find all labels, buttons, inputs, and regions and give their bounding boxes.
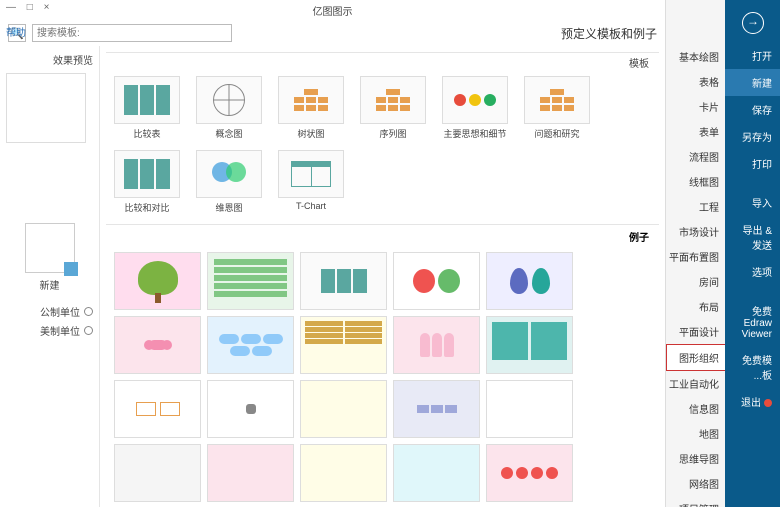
back-arrow-icon[interactable] [742,12,764,34]
window-title: 亿图图示 [313,7,353,18]
template-item[interactable]: T-Chart [278,150,344,214]
titlebar: — □ × 亿图图示 [0,0,665,20]
example-item[interactable] [300,252,387,310]
sidemenu-saveas[interactable]: 另存为 [725,123,780,150]
preview-pane: 效果预览 新建 公制单位 美制单位 [0,46,100,507]
page-heading: 预定义模板和例子 [561,25,657,42]
category-item[interactable]: 线框图 [666,169,725,194]
close-button[interactable]: × [44,2,50,13]
example-item[interactable] [393,444,480,502]
category-item[interactable]: 信息图 [666,396,725,421]
category-sidebar: 基本绘图表格卡片表单流程图线框图工程市场设计平面布置图房间布局平面设计图形组织工… [665,0,725,507]
template-label: 树状图 [278,127,344,140]
sidemenu-exit[interactable]: 退出 [725,388,780,415]
category-item[interactable]: 图形组织 [666,344,725,371]
example-item[interactable] [393,252,480,310]
unit-us-radio[interactable]: 美制单位 [6,323,93,338]
sidemenu-print[interactable]: 打印 [725,150,780,177]
example-item[interactable] [114,380,201,438]
template-item[interactable]: 序列图 [360,76,426,140]
category-item[interactable]: 工程 [666,194,725,219]
category-item[interactable]: 房间 [666,269,725,294]
sidemenu-new[interactable]: 新建 [725,69,780,96]
template-item[interactable]: 概念图 [196,76,262,140]
example-item[interactable] [393,316,480,374]
new-blank-button[interactable] [25,223,75,273]
main-area: — □ × 亿图图示 帮助 🔍 预定义模板和例子 效果预览 新建 公制单位 美制… [0,0,665,507]
template-item[interactable]: 主要思想和细节 [442,76,508,140]
example-item[interactable] [486,316,573,374]
example-item[interactable] [393,380,480,438]
template-item[interactable]: 树状图 [278,76,344,140]
preview-label: 效果预览 [6,52,93,67]
sidemenu-save[interactable]: 保存 [725,96,780,123]
example-item[interactable] [486,252,573,310]
category-item[interactable]: 平面布置图 [666,244,725,269]
category-item[interactable]: 网络图 [666,471,725,496]
example-item[interactable] [300,316,387,374]
minimize-button[interactable]: — [6,2,16,13]
example-item[interactable] [486,380,573,438]
sidemenu-viewer[interactable]: 免费 Edraw Viewer [725,297,780,346]
template-label: 比较表 [114,127,180,140]
example-item[interactable] [207,444,294,502]
example-item[interactable] [207,252,294,310]
category-item[interactable]: 工业自动化 [666,371,725,396]
template-item[interactable]: 问题和研究 [524,76,590,140]
template-label: 序列图 [360,127,426,140]
help-link[interactable]: 帮助 [6,24,26,39]
category-item[interactable]: 项目管理 [666,496,725,507]
example-item[interactable] [114,316,201,374]
preview-box [6,73,86,143]
maximize-button[interactable]: □ [27,2,33,13]
sidemenu-export[interactable]: 导出 & 发送 [725,216,780,258]
category-item[interactable]: 平面设计 [666,319,725,344]
sidemenu-free-tpl[interactable]: 免费模板... [725,346,780,388]
templates-section-label: 模板 [106,52,659,72]
new-label: 新建 [6,277,93,292]
example-item[interactable] [300,380,387,438]
category-item[interactable]: 表单 [666,119,725,144]
sidemenu-options[interactable]: 选项 [725,258,780,285]
template-label: 概念图 [196,127,262,140]
example-item[interactable] [207,380,294,438]
template-item[interactable]: 维恩图 [196,150,262,214]
example-item[interactable] [486,444,573,502]
category-item[interactable]: 流程图 [666,144,725,169]
template-gallery: 模板 比较表 概念图 树状图 序列图 主要思想和细节 问题和研究比较和对比 维恩图 T-Cha… [100,46,665,507]
example-item[interactable] [207,316,294,374]
category-item[interactable]: 布局 [666,294,725,319]
search-input[interactable] [32,24,232,42]
sidemenu-import[interactable]: 导入 [725,189,780,216]
example-item[interactable] [114,252,201,310]
category-item[interactable]: 市场设计 [666,219,725,244]
template-label: 主要思想和细节 [442,127,508,140]
template-label: 维恩图 [196,201,262,214]
category-item[interactable]: 地图 [666,421,725,446]
template-label: 比较和对比 [114,201,180,214]
example-item[interactable] [114,444,201,502]
category-item[interactable]: 表格 [666,69,725,94]
file-menu-sidebar: 打开新建保存另存为打印导入导出 & 发送选项免费 Edraw Viewer免费模… [725,0,780,507]
template-label: T-Chart [278,201,344,211]
category-item[interactable]: 卡片 [666,94,725,119]
category-item[interactable]: 基本绘图 [666,44,725,69]
unit-metric-radio[interactable]: 公制单位 [6,304,93,319]
template-item[interactable]: 比较表 [114,76,180,140]
template-label: 问题和研究 [524,127,590,140]
template-item[interactable]: 比较和对比 [114,150,180,214]
category-item[interactable]: 思维导图 [666,446,725,471]
examples-section-label: 例子 [106,224,659,248]
example-item[interactable] [300,444,387,502]
sidemenu-open[interactable]: 打开 [725,42,780,69]
